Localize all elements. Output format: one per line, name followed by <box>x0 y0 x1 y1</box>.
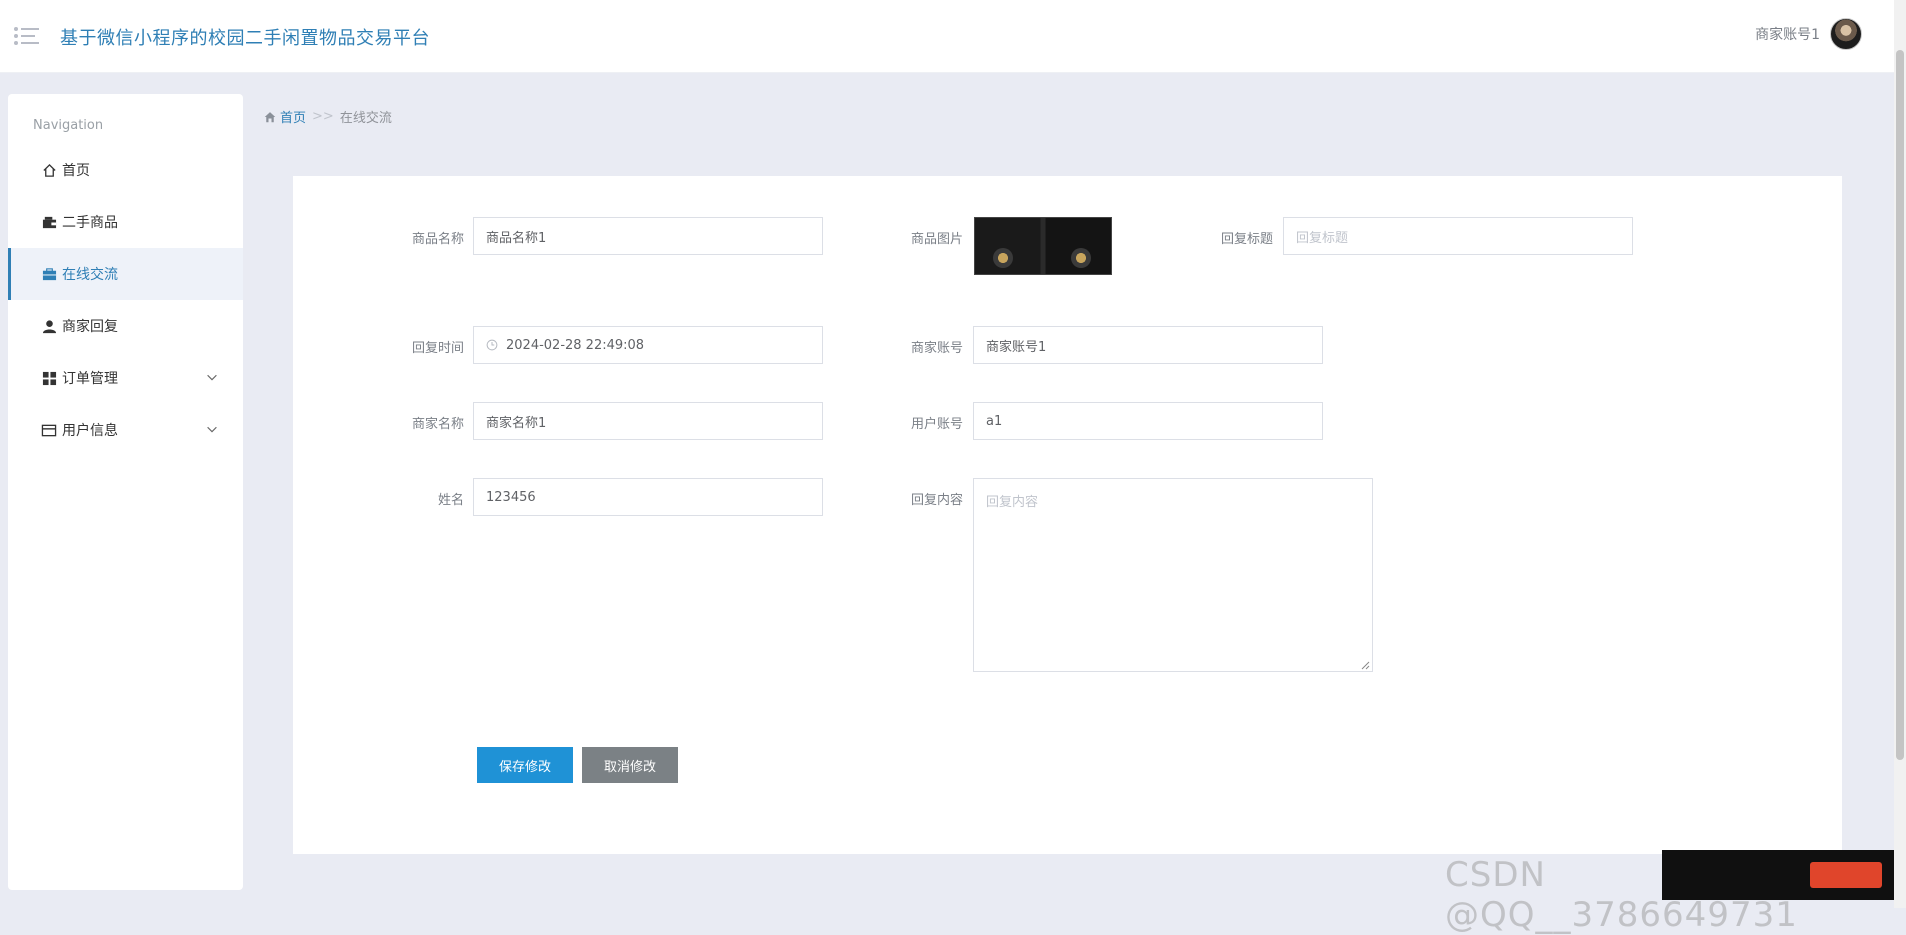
breadcrumb-separator: >> <box>312 109 334 124</box>
sidebar-item-products[interactable]: 二手商品 <box>8 196 243 248</box>
sidebar-item-label: 用户信息 <box>62 423 118 439</box>
reply-time-label: 回复时间 <box>411 341 464 356</box>
sidebar-item-label: 订单管理 <box>62 371 118 387</box>
sidebar-item-home[interactable]: 首页 <box>8 144 243 196</box>
card-icon <box>40 421 58 439</box>
merchant-account-input[interactable]: 商家账号1 <box>973 326 1323 364</box>
reply-content-textarea[interactable]: 回复内容 <box>973 478 1373 672</box>
breadcrumb-home-label[interactable]: 首页 <box>280 107 306 126</box>
user-account-label: 用户账号 <box>910 417 963 432</box>
sidebar: Navigation 首页 二手商品 在线交流 商家回复 订单管理 用户信息 <box>8 94 243 890</box>
menu-toggle-icon[interactable] <box>12 22 40 50</box>
reply-time-value: 2024-02-28 22:49:08 <box>506 337 645 353</box>
user-area[interactable]: 商家账号1 <box>1755 18 1862 50</box>
product-image-label: 商品图片 <box>910 232 963 247</box>
reply-content-placeholder: 回复内容 <box>986 495 1039 510</box>
reply-content-label: 回复内容 <box>910 493 963 508</box>
sidebar-item-label: 在线交流 <box>62 267 118 283</box>
name-label: 姓名 <box>437 493 464 508</box>
breadcrumb: 首页 >> 在线交流 <box>264 107 392 126</box>
breadcrumb-current: 在线交流 <box>339 111 392 126</box>
app-title: 基于微信小程序的校园二手闲置物品交易平台 <box>60 28 430 49</box>
user-account-input[interactable]: a1 <box>973 402 1323 440</box>
wallet-icon <box>40 213 58 231</box>
watermark: CSDN @QQ__3786649731 <box>1445 855 1798 935</box>
sidebar-item-orders[interactable]: 订单管理 <box>8 352 243 404</box>
scrollbar-thumb[interactable] <box>1896 50 1904 760</box>
merchant-name-input[interactable]: 商家名称1 <box>473 402 823 440</box>
resize-grip-icon[interactable] <box>1360 659 1370 670</box>
page-scrollbar[interactable] <box>1894 0 1906 908</box>
breadcrumb-home[interactable]: 首页 <box>264 107 306 126</box>
form-card: 商品名称 商品名称1 商品图片 回复标题 回复标题 回复时间 2024-02-2… <box>293 176 1842 854</box>
avatar[interactable] <box>1830 18 1862 50</box>
product-name-input[interactable]: 商品名称1 <box>473 217 823 255</box>
sidebar-item-label: 商家回复 <box>62 319 118 335</box>
sidebar-item-merchant-reply[interactable]: 商家回复 <box>8 300 243 352</box>
merchant-name-label: 商家名称 <box>411 417 464 432</box>
reply-title-label: 回复标题 <box>1220 232 1273 247</box>
sidebar-item-label: 二手商品 <box>62 215 118 231</box>
top-bar: 基于微信小程序的校园二手闲置物品交易平台 商家账号1 <box>0 0 1906 73</box>
cancel-button[interactable]: 取消修改 <box>582 747 678 783</box>
sidebar-item-user-info[interactable]: 用户信息 <box>8 404 243 456</box>
chevron-down-icon[interactable] <box>205 370 221 386</box>
nav-list: 首页 二手商品 在线交流 商家回复 订单管理 用户信息 <box>8 144 243 456</box>
merchant-account-label: 商家账号 <box>910 341 963 356</box>
chevron-down-icon[interactable] <box>205 422 221 438</box>
nav-heading: Navigation <box>33 118 104 133</box>
home-icon <box>40 161 58 179</box>
user-name[interactable]: 商家账号1 <box>1755 24 1820 44</box>
name-input[interactable]: 123456 <box>473 478 823 516</box>
product-name-label: 商品名称 <box>411 232 464 247</box>
briefcase-icon <box>40 265 58 283</box>
sidebar-item-online-chat[interactable]: 在线交流 <box>8 248 243 300</box>
product-image <box>974 217 1112 275</box>
sidebar-item-label: 首页 <box>62 163 90 179</box>
reply-time-input[interactable]: 2024-02-28 22:49:08 <box>473 326 823 364</box>
reply-title-input[interactable]: 回复标题 <box>1283 217 1633 255</box>
save-button[interactable]: 保存修改 <box>477 747 573 783</box>
clock-icon <box>486 339 498 351</box>
grid-icon <box>40 369 58 387</box>
user-icon <box>40 317 58 335</box>
home-icon <box>264 111 276 122</box>
